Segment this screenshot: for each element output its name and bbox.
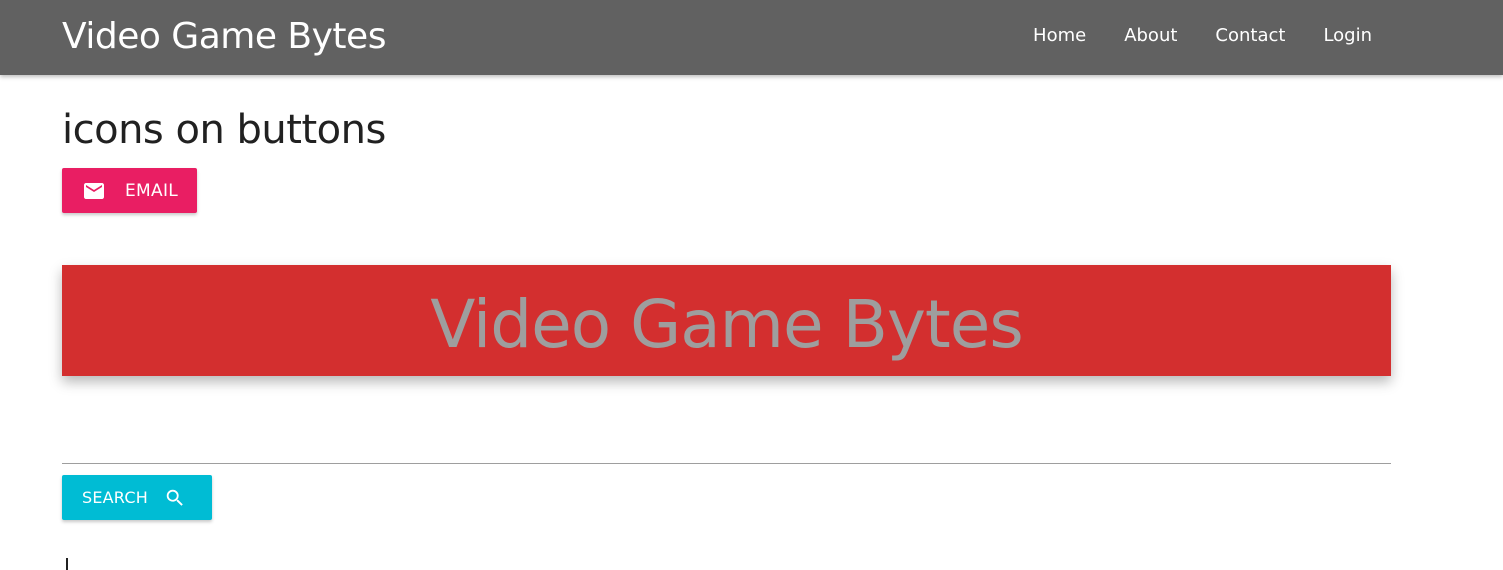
page-heading: icons on buttons: [62, 107, 386, 153]
nav-link-login[interactable]: Login: [1304, 23, 1372, 49]
brand-logo-link[interactable]: Video Game Bytes: [62, 14, 386, 60]
mail-icon: [82, 179, 106, 203]
email-button-label: EMAIL: [125, 180, 179, 201]
nav-link-contact[interactable]: Contact: [1196, 23, 1304, 49]
nav-link-about[interactable]: About: [1105, 23, 1196, 49]
search-icon: [164, 487, 186, 509]
banner-title: Video Game Bytes: [430, 285, 1024, 363]
divider: [62, 463, 1391, 464]
text-cursor: [66, 558, 68, 570]
nav-link-home[interactable]: Home: [1014, 23, 1105, 49]
search-button-label: SEARCH: [82, 488, 148, 507]
nav-links: Home About Contact Login: [1014, 23, 1372, 49]
top-navbar: Video Game Bytes Home About Contact Logi…: [0, 0, 1503, 75]
search-button[interactable]: SEARCH: [62, 475, 212, 520]
hero-banner: Video Game Bytes: [62, 265, 1391, 376]
email-button[interactable]: EMAIL: [62, 168, 197, 213]
